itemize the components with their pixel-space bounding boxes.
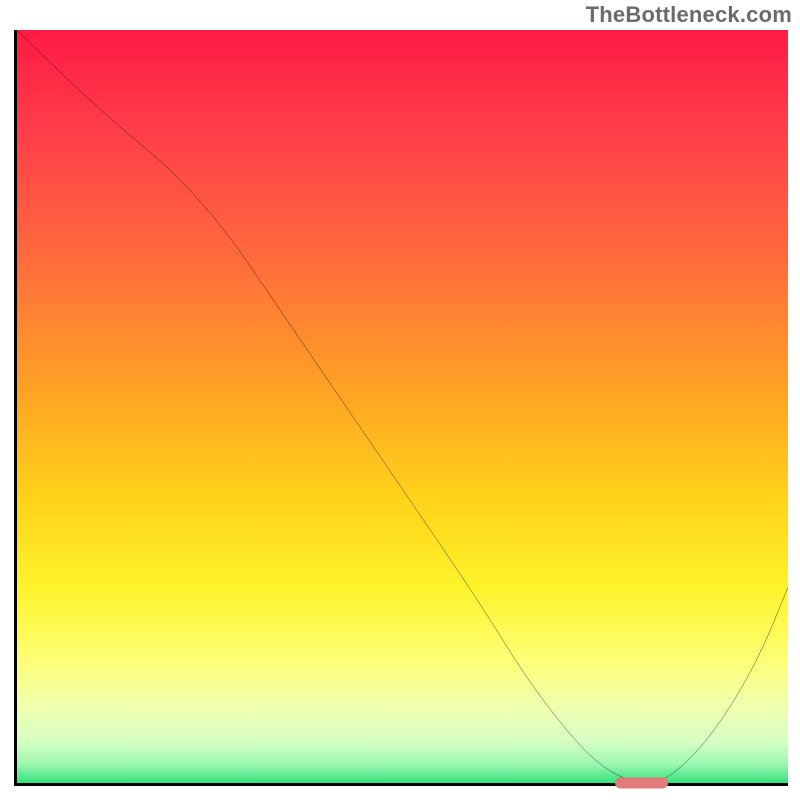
plot-svg — [17, 30, 788, 783]
background-rect — [17, 30, 788, 783]
watermark-text: TheBottleneck.com — [586, 2, 792, 28]
chart-frame: TheBottleneck.com — [0, 0, 800, 800]
plot-area — [14, 30, 788, 786]
optimal-range-marker — [615, 778, 669, 789]
